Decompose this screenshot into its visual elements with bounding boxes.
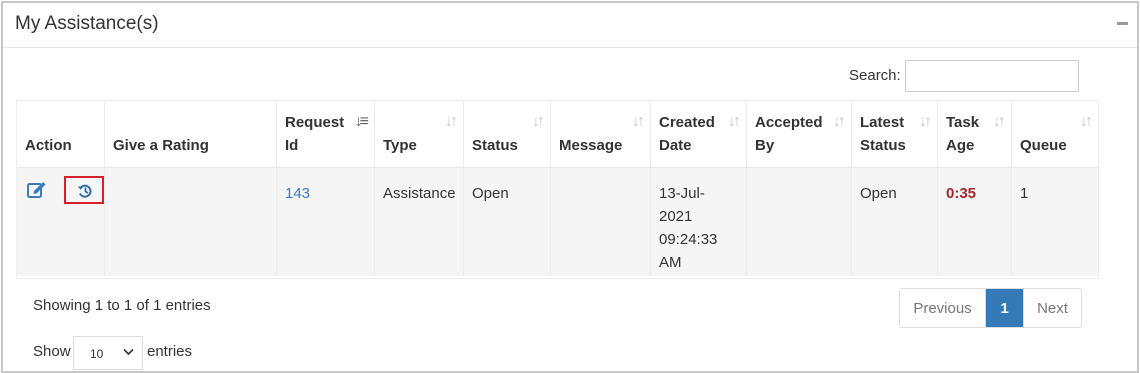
column-header-rating: Give a Rating: [113, 137, 209, 154]
action-cell: [17, 168, 104, 276]
search-input[interactable]: [905, 60, 1079, 92]
latest-status-cell: Open: [860, 185, 897, 202]
history-button[interactable]: [64, 176, 104, 204]
column-header-type[interactable]: Type ↓↑: [375, 101, 463, 167]
sort-icon: ↓↑: [445, 113, 458, 130]
panel-header: My Assistance(s): [3, 3, 1137, 48]
column-header-created-date[interactable]: Created Date ↓↑: [651, 101, 746, 167]
task-age-cell: 0:35: [946, 185, 977, 202]
sort-icon: ↓↑: [1080, 113, 1093, 130]
column-header-task-age[interactable]: Task Age ↓↑: [938, 101, 1011, 167]
sort-icon: ↓↑: [632, 113, 645, 130]
entries-label: entries: [147, 343, 193, 360]
page-1-button[interactable]: 1: [986, 289, 1023, 327]
column-header-status[interactable]: Status ↓↑: [464, 101, 550, 167]
assistance-panel: My Assistance(s) Search: Action Give a R…: [1, 1, 1139, 373]
message-cell: [551, 168, 650, 276]
pagination: Previous 1 Next: [899, 288, 1082, 328]
request-id-link[interactable]: 143: [285, 182, 310, 205]
previous-button[interactable]: Previous: [900, 289, 986, 327]
page-length-value: 10: [90, 347, 104, 361]
sort-icon: ↓↑: [919, 113, 932, 130]
show-label: Show: [33, 343, 71, 360]
column-header-message[interactable]: Message ↓↑: [551, 101, 650, 167]
next-button[interactable]: Next: [1023, 289, 1081, 327]
column-header-action: Action: [25, 137, 72, 154]
table-row: 143 Assistance Open 13-Jul- 2021 09:24:3…: [17, 168, 1098, 276]
assistance-table: Action Give a Rating Request Id ↓≡ Type …: [16, 100, 1099, 279]
column-header-accepted-by[interactable]: Accepted By ↓↑: [747, 101, 851, 167]
chevron-down-icon: [123, 348, 134, 356]
page-length-select[interactable]: 10: [73, 336, 143, 370]
table-info: Showing 1 to 1 of 1 entries: [33, 297, 211, 314]
table-header: Action Give a Rating Request Id ↓≡ Type …: [17, 101, 1098, 169]
column-header-latest-status[interactable]: Latest Status ↓↑: [852, 101, 937, 167]
minus-icon[interactable]: [1117, 22, 1128, 25]
sort-icon: ↓↑: [993, 113, 1006, 130]
edit-icon[interactable]: [27, 180, 47, 198]
type-cell: Assistance: [383, 185, 456, 202]
column-header-queue[interactable]: Queue ↓↑: [1012, 101, 1098, 167]
created-date-cell: 13-Jul- 2021 09:24:33 AM: [659, 185, 718, 271]
search-label: Search:: [849, 67, 901, 84]
sort-icon: ↓↑: [728, 113, 741, 130]
panel-title: My Assistance(s): [15, 13, 159, 34]
sort-icon: ↓↑: [532, 113, 545, 130]
sort-desc-icon: ↓≡: [354, 113, 369, 130]
column-header-request-id[interactable]: Request Id ↓≡: [277, 101, 374, 167]
accepted-by-cell: [747, 168, 851, 276]
sort-icon: ↓↑: [833, 113, 846, 130]
rating-cell: [105, 168, 276, 276]
history-icon: [77, 184, 92, 198]
request-id-cell: 143: [277, 168, 374, 276]
queue-cell: 1: [1020, 185, 1029, 202]
status-cell: Open: [472, 185, 509, 202]
